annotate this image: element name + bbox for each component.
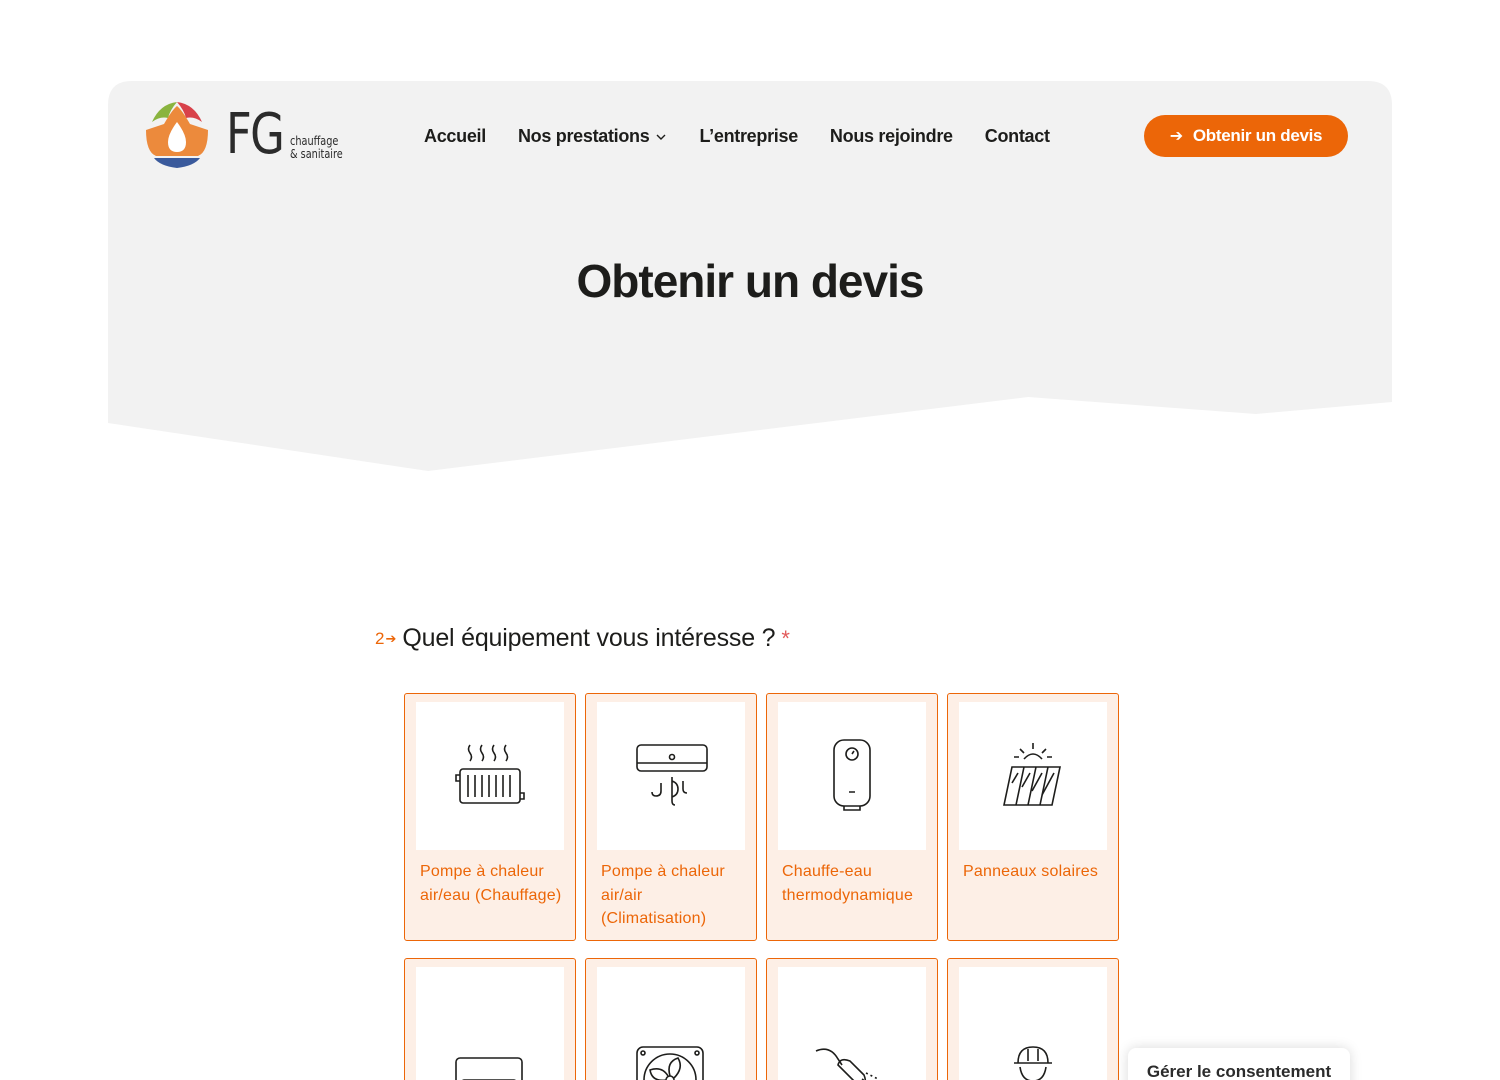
ventilation-fan-icon [636, 1046, 704, 1080]
option-label: Pompe à chaleur air/eau (Chauffage) [420, 863, 562, 904]
radiator-icon [455, 744, 525, 804]
option-card[interactable] [585, 958, 757, 1080]
logo-tagline: chauffage & sanitaire [290, 135, 343, 161]
question-step-number: 2 ➔ [375, 629, 396, 649]
page-title: Obtenir un devis [576, 255, 925, 307]
option-image [778, 702, 926, 850]
nav-item-accueil[interactable]: Accueil [424, 126, 486, 147]
logo-tagline-line2: & sanitaire [290, 147, 343, 161]
get-quote-button[interactable]: ➔ Obtenir un devis [1144, 115, 1348, 157]
option-card[interactable]: Pompe à chaleur air/eau (Chauffage) [404, 693, 576, 941]
required-mark: * [781, 625, 790, 651]
option-image [416, 702, 564, 850]
air-unit-icon [455, 1057, 523, 1080]
option-card[interactable]: Panneaux solaires [947, 693, 1119, 941]
option-card[interactable]: Chauffe-eau thermodynamique [766, 693, 938, 941]
option-image [597, 967, 745, 1080]
consent-manager-label: Gérer le consentement [1146, 1062, 1332, 1080]
step-arrow-icon: ➔ [385, 630, 397, 646]
get-quote-button-label: Obtenir un devis [1192, 126, 1323, 145]
option-image [959, 967, 1107, 1080]
option-card[interactable]: Pompe à chaleur air/air (Climatisation) [585, 693, 757, 941]
option-card[interactable] [766, 958, 938, 1080]
nav-item-label: Contact [984, 126, 1050, 146]
arrow-right-icon: ➔ [1169, 128, 1183, 145]
shower-icon [815, 1048, 879, 1080]
air-conditioner-icon [636, 744, 708, 806]
question-text: Quel équipement vous intéresse ? [402, 624, 776, 652]
step-number-value: 2 [375, 628, 385, 648]
chevron-down-icon [656, 134, 666, 140]
form-question: 2 ➔ Quel équipement vous intéresse ? * [375, 624, 790, 653]
option-label: Panneaux solaires [963, 863, 1099, 880]
logo-tagline-line1: chauffage [290, 134, 339, 148]
option-image [597, 702, 745, 850]
nav-item-entreprise[interactable]: L’entreprise [699, 126, 798, 147]
option-card[interactable] [404, 958, 576, 1080]
option-image [959, 702, 1107, 850]
nav-item-contact[interactable]: Contact [985, 126, 1050, 147]
option-card[interactable] [947, 958, 1119, 1080]
consent-manager-tab[interactable]: Gérer le consentement [1128, 1048, 1350, 1080]
nav-item-nous-rejoindre[interactable]: Nous rejoindre [830, 126, 953, 147]
nav-item-label: Nos prestations [517, 126, 650, 146]
nav-item-label: L’entreprise [699, 126, 798, 146]
solar-panel-icon [1003, 743, 1061, 806]
nav-item-nos-prestations[interactable]: Nos prestations [518, 126, 668, 147]
plumber-worker-icon [1014, 1046, 1052, 1080]
logo-mark-icon [146, 102, 208, 168]
option-image [778, 967, 926, 1080]
logo-brand-text: FG [226, 102, 285, 167]
option-label: Chauffe-eau thermodynamique [782, 863, 914, 904]
nav-item-label: Nous rejoindre [829, 126, 953, 146]
main-nav: Accueil Nos prestations L’entreprise Nou… [424, 126, 1082, 147]
nav-item-label: Accueil [424, 126, 486, 146]
option-image [416, 967, 564, 1080]
site-logo[interactable]: FG chauffage & sanitaire [142, 99, 352, 171]
option-label: Pompe à chaleur air/air (Climatisation) [601, 863, 725, 927]
water-heater-icon [833, 739, 871, 811]
